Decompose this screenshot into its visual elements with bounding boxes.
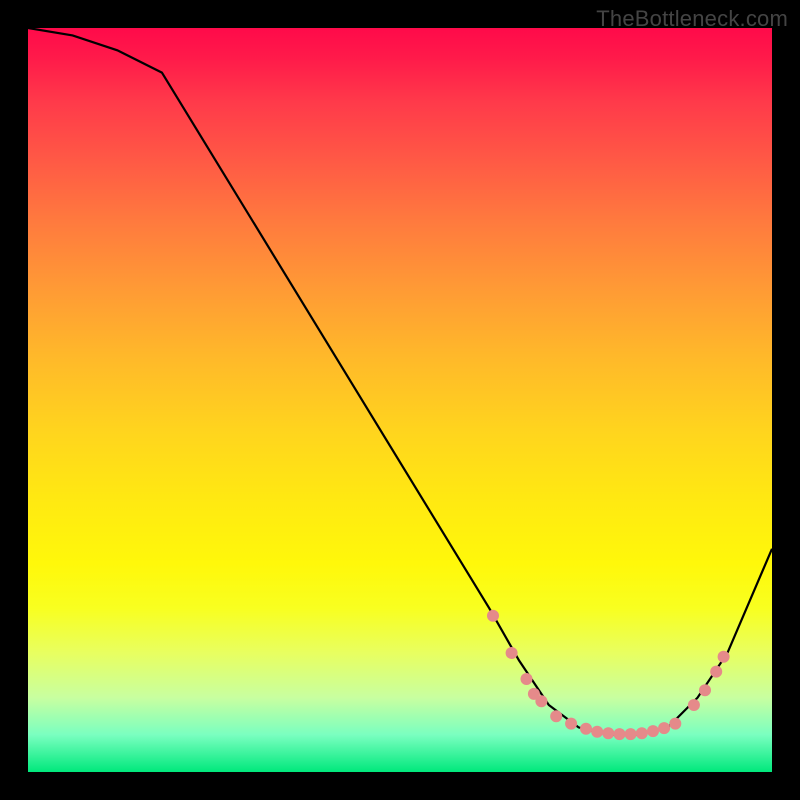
chart-curve-line [28,28,772,735]
chart-data-point [718,651,730,663]
chart-data-point [625,728,637,740]
chart-plot-area [28,28,772,772]
chart-data-point [487,610,499,622]
chart-data-point [506,647,518,659]
chart-data-point [565,718,577,730]
chart-data-point [550,710,562,722]
chart-data-point [521,673,533,685]
chart-data-points [487,610,730,740]
chart-data-point [580,723,592,735]
chart-data-point [535,695,547,707]
chart-data-point [688,699,700,711]
chart-data-point [699,684,711,696]
chart-svg [28,28,772,772]
chart-data-point [669,718,681,730]
chart-data-point [591,726,603,738]
chart-data-point [710,666,722,678]
chart-data-point [658,722,670,734]
chart-data-point [647,725,659,737]
watermark-text: TheBottleneck.com [596,6,788,32]
chart-data-point [614,728,626,740]
chart-data-point [602,727,614,739]
chart-data-point [636,727,648,739]
